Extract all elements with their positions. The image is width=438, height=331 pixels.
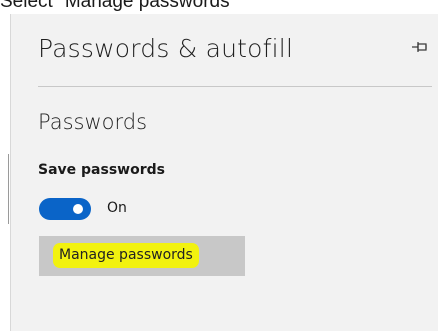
highlight-marker: Manage passwords [55,245,197,266]
save-passwords-label: Save passwords [38,162,165,178]
screenshot-stage: Select "Manage passwords" Passwords & au… [0,0,438,331]
pin-icon[interactable] [411,40,429,54]
manage-passwords-button[interactable]: Manage passwords [39,236,245,276]
manage-passwords-label: Manage passwords [59,247,193,263]
settings-panel: Passwords & autofill Passwords Save pass… [10,14,438,331]
panel-divider [38,86,432,87]
toggle-state-text: On [107,200,127,216]
left-edge-divider [8,154,9,224]
panel-title: Passwords & autofill [38,34,294,63]
toggle-knob [73,204,83,214]
save-passwords-toggle[interactable] [39,198,91,220]
instruction-caption: Select "Manage passwords" [0,0,237,12]
passwords-section-title: Passwords [38,110,148,134]
left-edge [0,14,10,331]
